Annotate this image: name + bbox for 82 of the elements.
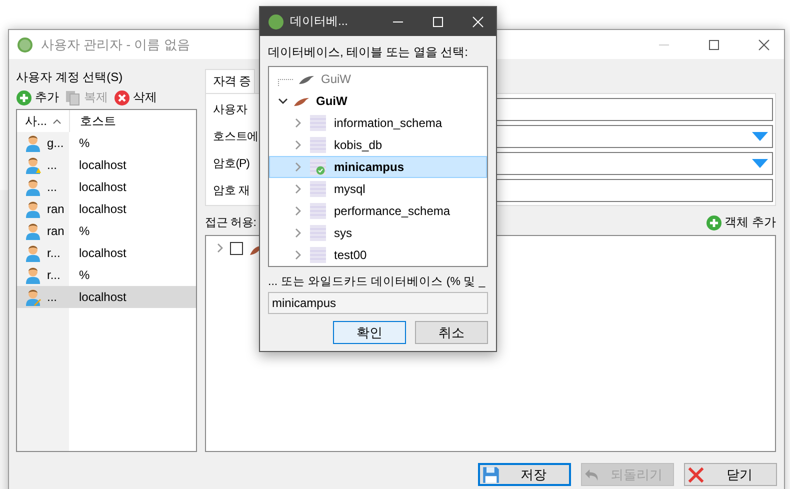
section-label: 사용자 계정 선택(S) <box>16 69 124 86</box>
section-label: 접근 허용: <box>205 216 256 230</box>
database-node[interactable]: sys <box>269 222 487 244</box>
dropdown-arrow-icon <box>752 132 768 141</box>
user-icon <box>25 244 41 262</box>
dialog-title: 데이터베... <box>290 13 348 30</box>
field-label: 사용자 <box>213 103 248 117</box>
prompt-label: 데이터베이스, 테이블 또는 열을 선택: <box>268 44 470 61</box>
app-logo-icon <box>17 36 33 52</box>
close-icon <box>687 466 705 484</box>
user-name: g... <box>47 136 64 150</box>
close-button[interactable]: 닫기 <box>684 463 777 486</box>
column-header[interactable]: 호스트 <box>70 110 116 132</box>
chevron-icon <box>294 118 302 128</box>
field-label: 호스트에 <box>213 130 259 144</box>
chevron-icon <box>294 162 302 172</box>
user-row[interactable]: ran % <box>17 220 196 242</box>
close-icon[interactable] <box>758 38 770 50</box>
database-node[interactable]: performance_schema <box>269 200 487 222</box>
database-node[interactable]: test00 <box>269 244 487 266</box>
user-icon <box>25 178 41 196</box>
user-name: ... <box>47 180 58 194</box>
database-node[interactable]: information_schema <box>269 112 487 134</box>
toolbar-button[interactable]: 추가 <box>16 89 59 106</box>
database-node[interactable]: kobis_db <box>269 134 487 156</box>
host-name: % <box>79 268 90 282</box>
user-name: r... <box>47 246 60 260</box>
field-label: 암호 재 <box>213 184 250 198</box>
user-name: r... <box>47 268 60 282</box>
add-object-button[interactable]: 객체 추가 <box>706 214 776 231</box>
chevron-icon <box>294 228 302 238</box>
chevron-icon <box>278 97 288 105</box>
user-row[interactable]: ... localhost <box>17 154 196 176</box>
user-row[interactable]: r... % <box>17 264 196 286</box>
user-row[interactable]: ran localhost <box>17 198 196 220</box>
app-logo-icon <box>268 14 284 30</box>
host-name: localhost <box>79 158 126 172</box>
wildcard-label: ... 또는 와일드카드 데이터베이스 (% 및 _ <box>268 275 486 289</box>
user-name: ran <box>47 224 64 238</box>
cancel-button[interactable]: 취소 <box>415 321 488 344</box>
host-name: localhost <box>79 180 126 194</box>
window-title: 사용자 관리자 - 이름 없음 <box>41 36 190 54</box>
user-row[interactable]: ... localhost <box>17 176 196 198</box>
field-label: 암호(P) <box>213 157 250 171</box>
checkbox[interactable] <box>230 242 243 254</box>
user-row[interactable]: r... localhost <box>17 242 196 264</box>
maximize-icon[interactable] <box>708 38 720 50</box>
chevron-icon <box>294 206 302 216</box>
user-row[interactable]: g... % <box>17 132 196 154</box>
add-icon <box>16 90 32 106</box>
toolbar-button[interactable]: 삭제 <box>114 89 157 106</box>
host-name: % <box>79 136 90 150</box>
chevron-icon <box>294 140 302 150</box>
database-node[interactable]: mysql <box>269 178 487 200</box>
input-field[interactable]: minicampus <box>268 292 488 314</box>
add-icon <box>706 214 722 230</box>
save-button[interactable]: 저장 <box>478 463 571 486</box>
user-name: ... <box>47 158 58 172</box>
tab[interactable]: 자격 증 <box>205 69 256 93</box>
user-icon <box>25 222 41 240</box>
user-icon <box>25 156 41 174</box>
user-row[interactable]: ... localhost <box>17 286 196 308</box>
user-icon <box>25 200 41 218</box>
chevron-icon[interactable] <box>216 243 224 253</box>
chevron-icon <box>294 250 302 260</box>
copy-icon <box>65 90 81 106</box>
host-name: localhost <box>79 246 126 260</box>
dropdown-arrow-icon <box>752 159 768 168</box>
database-node[interactable]: minicampus <box>269 156 487 178</box>
sort-caret-icon <box>53 118 62 124</box>
host-name: % <box>79 224 90 238</box>
user-name: ... <box>47 290 58 304</box>
ok-button[interactable]: 확인 <box>333 321 406 344</box>
chevron-icon <box>294 184 302 194</box>
user-icon <box>25 266 41 284</box>
delete-icon <box>114 90 130 106</box>
host-name: localhost <box>79 290 126 304</box>
user-icon <box>25 134 41 152</box>
host-name: localhost <box>79 202 126 216</box>
user-icon <box>25 288 41 306</box>
user-name: ran <box>47 202 64 216</box>
server-node[interactable]: GuiW <box>269 90 487 112</box>
